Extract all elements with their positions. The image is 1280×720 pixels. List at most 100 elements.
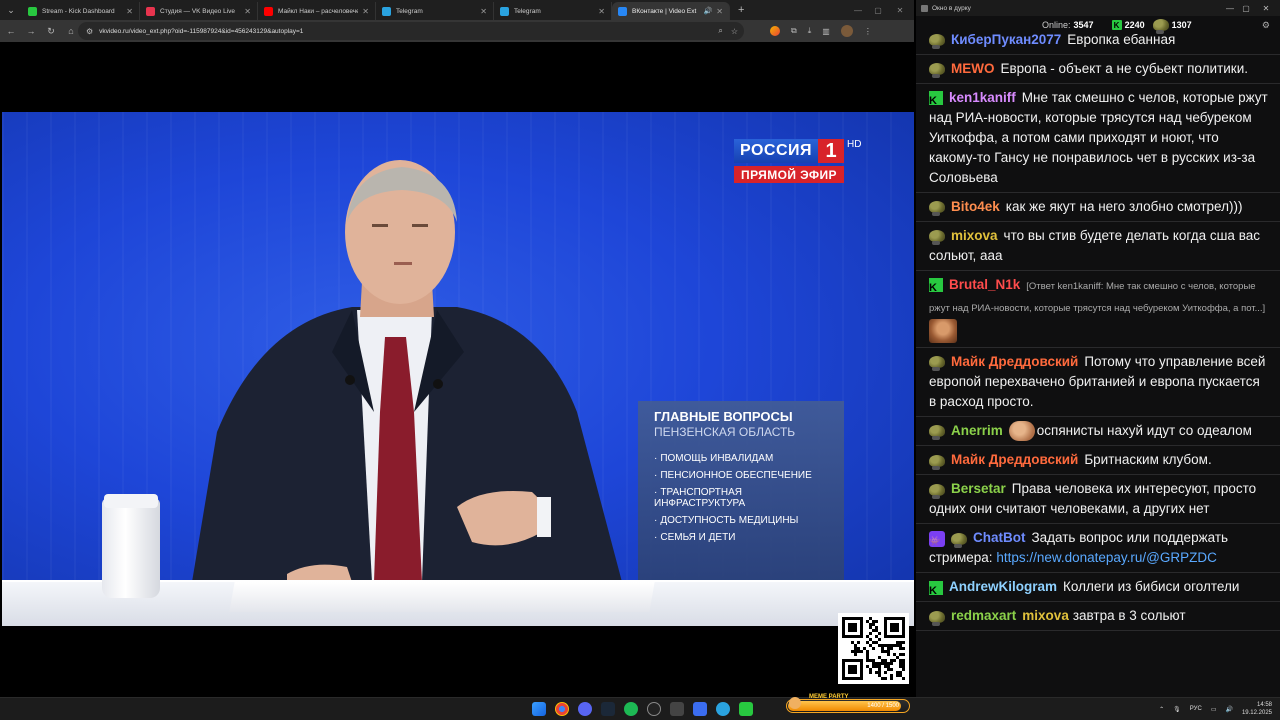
browser-tab[interactable]: Stream - Kick Dashboard ✕ <box>22 2 140 20</box>
app-icon[interactable] <box>670 702 684 716</box>
browser-tab[interactable]: Майкл Наки – расчеловечен... ✕ <box>258 2 376 20</box>
settings-icon[interactable]: ⚙ <box>1262 20 1270 31</box>
chat-message[interactable]: K Brutal_N1k [Ответ ken1kaniff: Мне так см… <box>916 271 1280 348</box>
download-icon[interactable]: ⤓ <box>808 26 812 36</box>
chat-mention[interactable]: mixova <box>1022 608 1069 623</box>
live-label: ПРЯМОЙ ЭФИР <box>734 166 844 183</box>
chat-message[interactable]: Майк Дреддовский Потому что управление вс… <box>916 348 1280 417</box>
chat-message[interactable]: Майк Дреддовский Бритнаским клубом. <box>916 446 1280 476</box>
split-view-icon[interactable]: ▥ <box>822 27 830 36</box>
display-icon[interactable]: ▭ <box>1211 706 1217 713</box>
frog-badge-icon <box>929 425 945 441</box>
maximize-icon[interactable]: ▢ <box>1236 0 1256 16</box>
panel-subtitle: ПЕНЗЕНСКАЯ ОБЛАСТЬ <box>654 425 796 439</box>
bookmark-star-icon[interactable]: ☆ <box>731 27 738 36</box>
browser-tab[interactable]: Студия — VK Видео Live ✕ <box>140 2 258 20</box>
address-bar[interactable]: ⚙ vkvideo.ru/video_ext.php?oid=-11598792… <box>78 22 744 40</box>
site-info-icon[interactable]: ⚙ <box>86 27 93 36</box>
chat-text: завтра в 3 сольют <box>1072 608 1186 624</box>
channel-logo: РОССИЯ 1 HD ПРЯМОЙ ЭФИР <box>734 139 861 183</box>
media-player-icon[interactable] <box>693 702 707 716</box>
chat-message[interactable]: K AndrewKilogram Коллеги из бибиси оголтел… <box>916 573 1280 603</box>
tab-search-icon[interactable]: ⌄ <box>0 0 22 20</box>
chat-message[interactable]: Bito4ek как же якут на него злобно смотре… <box>916 193 1280 222</box>
youtube-icon <box>264 6 273 16</box>
chat-username[interactable]: redmaxart <box>951 608 1016 623</box>
tab-close-icon[interactable]: ✕ <box>598 7 605 16</box>
chat-message[interactable]: redmaxart mixova завтра в 3 сольют <box>916 602 1280 632</box>
chat-username[interactable]: Майк Дреддовский <box>951 452 1078 467</box>
vk-video-icon <box>146 6 155 16</box>
forward-icon[interactable]: → <box>22 22 40 40</box>
bot-badge-icon: 👾 <box>929 530 945 547</box>
chat-message[interactable]: Bersetar Права человека их интересуют, пр… <box>916 475 1280 525</box>
menu-kebab-icon[interactable]: ⋮ <box>864 27 872 36</box>
spotify-icon[interactable] <box>624 702 638 716</box>
chat-username[interactable]: mixova <box>951 228 998 243</box>
close-icon[interactable]: ✕ <box>1256 0 1276 16</box>
back-icon[interactable]: ← <box>2 22 20 40</box>
chat-text: как же якут на него злобно смотрел))) <box>1005 199 1243 214</box>
frog-icon <box>1152 19 1169 34</box>
chat-username[interactable]: Brutal_N1k <box>949 277 1020 292</box>
kick-badge-icon: K <box>929 91 943 107</box>
chat-username[interactable]: MEWO <box>951 61 995 76</box>
browser-tab[interactable]: Telegram ✕ <box>376 2 494 20</box>
chat-message[interactable]: MEWO Европа - объект а не субьект политик… <box>916 55 1280 84</box>
chat-message[interactable]: Anerrim оспянисты нахуй идут со одеалом <box>916 417 1280 447</box>
chat-username[interactable]: AndrewKilogram <box>949 579 1057 594</box>
chat-username[interactable]: Anerrim <box>951 423 1003 438</box>
chat-username[interactable]: ChatBot <box>973 530 1026 545</box>
donate-link[interactable]: https://new.donatepay.ru/@GRPZDC <box>996 550 1217 565</box>
profile-avatar[interactable] <box>840 25 853 37</box>
browser-tab[interactable]: Telegram ✕ <box>494 2 612 20</box>
tab-close-icon[interactable]: ✕ <box>480 7 487 16</box>
close-icon[interactable]: ✕ <box>890 0 910 20</box>
chat-message[interactable]: mixova что вы стив будете делать когда сш… <box>916 222 1280 271</box>
obs-icon[interactable] <box>647 702 661 716</box>
minimize-icon[interactable]: — <box>848 0 868 20</box>
chat-username[interactable]: Майк Дреддовский <box>951 354 1078 369</box>
chrome-icon[interactable] <box>555 702 569 716</box>
kick-icon: K <box>1111 20 1122 30</box>
language-indicator[interactable]: РУС <box>1190 706 1202 712</box>
tab-audio-icon[interactable]: 🔊 <box>704 7 713 15</box>
emote-image <box>1008 421 1035 442</box>
chat-message[interactable]: 👾 ChatBot Задать вопрос или поддержать стр… <box>916 524 1280 574</box>
volume-icon[interactable]: 🔊 <box>1225 706 1232 713</box>
extension-icon[interactable] <box>770 26 780 36</box>
chat-message[interactable]: Kken1kaniff Мне так смешно с челов, котор… <box>916 84 1280 193</box>
tab-close-icon[interactable]: ✕ <box>362 7 369 16</box>
address-toolbar: ← → ↻ ⌂ ⚙ vkvideo.ru/video_ext.php?oid=-… <box>0 20 914 42</box>
clock[interactable]: 14:58 19.12.2025 <box>1242 701 1272 717</box>
tab-title: ВКонтакте | Video Ext <box>632 7 697 15</box>
chat-username[interactable]: Bersetar <box>951 481 1006 496</box>
maximize-icon[interactable]: ▢ <box>868 0 888 20</box>
zoom-icon[interactable]: ⌕ <box>718 26 722 36</box>
frog-badge-icon <box>929 34 945 50</box>
video-player[interactable]: РОССИЯ 1 HD ПРЯМОЙ ЭФИР ГЛАВНЫЕ ВОПРОСЫ … <box>2 112 914 626</box>
chat-text: Европа - объект а не субьект политики. <box>1000 61 1249 76</box>
tray-chevron-icon[interactable]: ⌃ <box>1159 706 1164 713</box>
url-text[interactable]: vkvideo.ru/video_ext.php?oid=-115987924&… <box>99 28 303 35</box>
chat-message-list[interactable]: КиберПукан2077 Европка ебанная MEWO Европа … <box>916 34 1280 694</box>
tab-close-icon[interactable]: ✕ <box>126 7 133 16</box>
extensions-puzzle-icon[interactable]: ⧉ <box>791 26 797 36</box>
chat-username[interactable]: ken1kaniff <box>949 90 1016 105</box>
tab-close-icon[interactable]: ✕ <box>244 7 251 16</box>
browser-tab[interactable]: ВКонтакте | Video Ext 🔊 ✕ <box>612 2 730 20</box>
reload-icon[interactable]: ↻ <box>42 22 60 40</box>
telegram-icon[interactable] <box>716 702 730 716</box>
start-icon[interactable] <box>532 702 546 716</box>
tab-close-icon[interactable]: ✕ <box>716 7 723 16</box>
chat-username[interactable]: КиберПукан2077 <box>951 34 1061 47</box>
chat-window: Окно в дурку — ▢ ✕ Online: 3547 K 2240 1… <box>916 0 1280 697</box>
chat-message[interactable]: КиберПукан2077 Европка ебанная <box>916 34 1280 55</box>
chat-username[interactable]: Bito4ek <box>951 199 1000 214</box>
mic-icon[interactable]: 🎙 <box>1173 706 1181 713</box>
vk-icon <box>618 6 627 16</box>
steam-icon[interactable] <box>601 702 615 716</box>
discord-icon[interactable] <box>578 702 592 716</box>
kick-app-icon[interactable] <box>739 702 753 716</box>
new-tab-button[interactable]: + <box>738 4 744 16</box>
